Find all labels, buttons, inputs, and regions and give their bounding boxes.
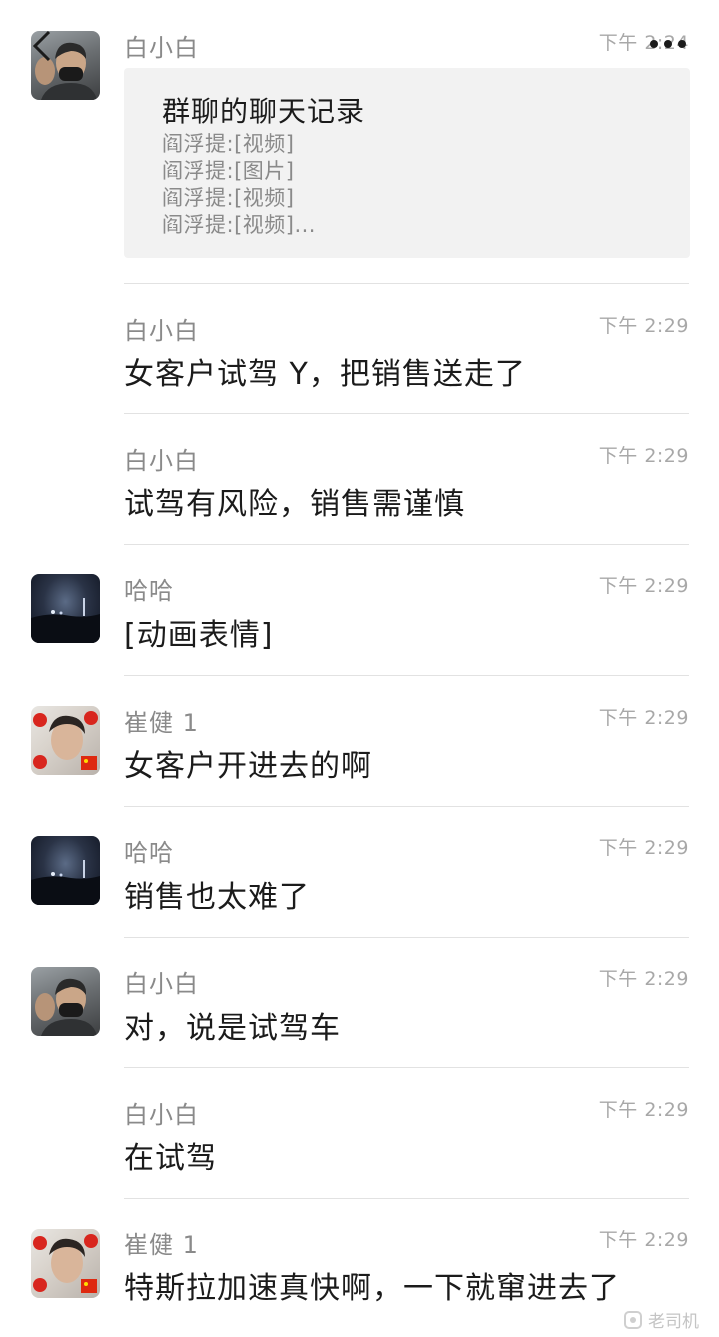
sender-name: 哈哈 bbox=[124, 839, 174, 867]
sender-name: 白小白 bbox=[124, 1101, 199, 1129]
avatar[interactable] bbox=[31, 967, 100, 1036]
sender-name: 白小白 bbox=[124, 317, 199, 345]
message-text: [动画表情] bbox=[124, 618, 274, 653]
card-line: 阎浮提:[视频] bbox=[162, 132, 295, 156]
back-button[interactable] bbox=[28, 26, 56, 66]
message-item[interactable]: 白小白 下午 2:24 群聊的聊天记录 阎浮提:[视频] 阎浮提:[图片] 阎浮… bbox=[0, 0, 719, 285]
message-text: 在试驾 bbox=[124, 1141, 217, 1176]
sender-name: 崔健 1 bbox=[124, 709, 199, 737]
message-time: 下午 2:29 bbox=[598, 315, 689, 337]
card-title: 群聊的聊天记录 bbox=[162, 95, 366, 128]
message-item[interactable]: 哈哈 下午 2:29 销售也太难了 bbox=[0, 807, 719, 938]
message-time: 下午 2:29 bbox=[598, 1099, 689, 1121]
message-time: 下午 2:29 bbox=[598, 707, 689, 729]
chat-record-card[interactable]: 群聊的聊天记录 阎浮提:[视频] 阎浮提:[图片] 阎浮提:[视频] 阎浮提:[… bbox=[124, 68, 690, 258]
sender-name: 崔健 1 bbox=[124, 1231, 199, 1259]
message-item[interactable]: 白小白 下午 2:29 对，说是试驾车 bbox=[0, 938, 719, 1069]
more-dots-icon bbox=[650, 40, 686, 48]
sender-name: 白小白 bbox=[124, 447, 199, 475]
more-button[interactable] bbox=[646, 30, 690, 58]
message-item[interactable]: 崔健 1 下午 2:29 女客户开进去的啊 bbox=[0, 676, 719, 807]
message-item[interactable]: 白小白 下午 2:29 女客户试驾 Y，把销售送走了 bbox=[0, 284, 719, 415]
message-item[interactable]: 白小白 下午 2:29 试驾有风险，销售需谨慎 bbox=[0, 414, 719, 545]
sender-name: 白小白 bbox=[124, 970, 199, 998]
message-text: 女客户试驾 Y，把销售送走了 bbox=[124, 357, 526, 392]
card-line: 阎浮提:[视频] bbox=[162, 186, 295, 210]
message-item[interactable]: 哈哈 下午 2:29 [动画表情] bbox=[0, 545, 719, 676]
avatar[interactable] bbox=[31, 574, 100, 643]
message-time: 下午 2:29 bbox=[598, 445, 689, 467]
message-time: 下午 2:29 bbox=[598, 575, 689, 597]
message-time: 下午 2:29 bbox=[598, 1229, 689, 1251]
message-text: 对，说是试驾车 bbox=[124, 1011, 341, 1046]
sender-name: 白小白 bbox=[124, 34, 199, 62]
chevron-left-icon bbox=[32, 30, 51, 62]
message-text: 女客户开进去的啊 bbox=[124, 749, 372, 784]
message-item[interactable]: 白小白 下午 2:29 在试驾 bbox=[0, 1068, 719, 1199]
avatar[interactable] bbox=[31, 1229, 100, 1298]
card-line: 阎浮提:[视频]... bbox=[162, 213, 316, 237]
card-line: 阎浮提:[图片] bbox=[162, 159, 295, 183]
watermark-label: 老司机 bbox=[648, 1312, 699, 1332]
avatar[interactable] bbox=[31, 706, 100, 775]
watermark: 老司机 bbox=[622, 1307, 699, 1332]
message-text: 销售也太难了 bbox=[124, 880, 310, 915]
message-time: 下午 2:29 bbox=[598, 837, 689, 859]
watermark-logo-icon bbox=[624, 1310, 642, 1329]
message-item[interactable]: 崔健 1 下午 2:29 特斯拉加速真快啊，一下就窜进去了 bbox=[0, 1199, 719, 1337]
sender-name: 哈哈 bbox=[124, 577, 174, 605]
message-text: 试驾有风险，销售需谨慎 bbox=[124, 487, 465, 522]
avatar[interactable] bbox=[31, 836, 100, 905]
chat-record-screen: 白小白 下午 2:24 群聊的聊天记录 阎浮提:[视频] 阎浮提:[图片] 阎浮… bbox=[0, 0, 719, 1337]
message-time: 下午 2:29 bbox=[598, 968, 689, 990]
message-text: 特斯拉加速真快啊，一下就窜进去了 bbox=[124, 1271, 620, 1306]
